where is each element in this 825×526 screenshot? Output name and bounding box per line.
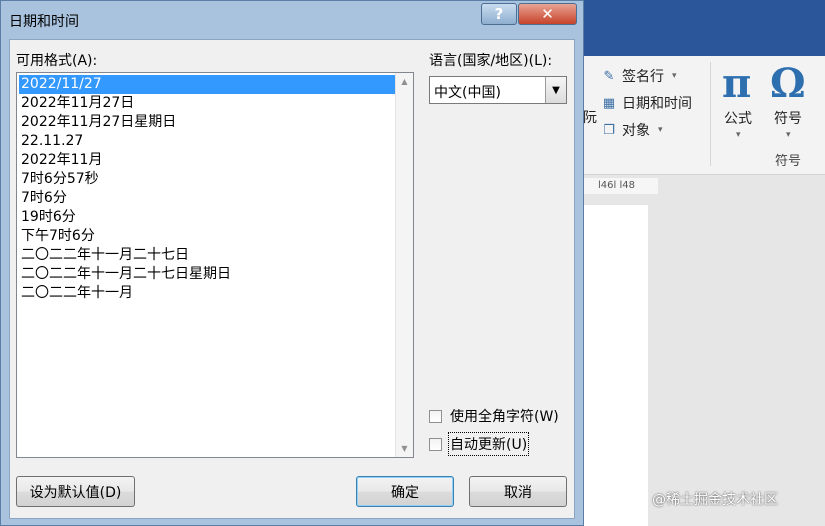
set-default-button[interactable]: 设为默认值(D) bbox=[16, 476, 135, 507]
format-list-item[interactable]: 下午7时6分 bbox=[19, 227, 395, 246]
ribbon-group-label: 符号 bbox=[775, 154, 802, 169]
calendar-icon: ▦ bbox=[602, 95, 616, 111]
help-button[interactable]: ? bbox=[481, 3, 517, 25]
auto-update-checkbox[interactable] bbox=[429, 437, 442, 451]
format-list-item[interactable]: 2022年11月27日星期日 bbox=[19, 113, 395, 132]
formats-list: 2022/11/27 2022年11月27日 2022年11月27日星期日 22.11… bbox=[19, 75, 395, 303]
signature-line-icon: ✎ bbox=[603, 68, 615, 84]
fullwidth-checkbox[interactable] bbox=[429, 409, 442, 423]
close-icon: ✕ bbox=[541, 5, 554, 23]
formats-scrollbar[interactable]: ▲ ▼ bbox=[395, 73, 413, 457]
ribbon-partial-label: 阮 bbox=[583, 110, 597, 126]
language-label: 语言(国家/地区)(L): bbox=[429, 53, 553, 69]
object-icon: ❐ bbox=[603, 122, 615, 138]
dialog-titlebar[interactable]: 日期和时间 ? ✕ bbox=[1, 1, 583, 39]
chevron-down-icon[interactable]: ▾ bbox=[736, 130, 741, 140]
document-page[interactable] bbox=[578, 205, 648, 526]
format-list-item[interactable]: 19时6分 bbox=[19, 208, 395, 227]
format-list-item[interactable]: 二〇二二年十一月二十七日 bbox=[19, 246, 395, 265]
language-select-value: 中文(中国) bbox=[434, 85, 501, 101]
ribbon-separator bbox=[710, 62, 711, 166]
auto-update-row[interactable]: 自动更新(U) bbox=[429, 432, 530, 456]
date-time-button[interactable]: ▦ 日期和时间 bbox=[600, 93, 692, 113]
chevron-down-icon: ▾ bbox=[658, 125, 663, 135]
equation-label[interactable]: 公式 bbox=[724, 108, 752, 128]
fullwidth-label[interactable]: 使用全角字符(W) bbox=[450, 406, 559, 426]
scroll-down-icon[interactable]: ▼ bbox=[396, 440, 413, 457]
formats-listbox[interactable]: 2022/11/27 2022年11月27日 2022年11月27日星期日 22.11… bbox=[16, 72, 414, 458]
signature-line-button[interactable]: ✎ 签名行 ▾ bbox=[600, 66, 677, 86]
date-time-label: 日期和时间 bbox=[622, 96, 692, 112]
equation-icon[interactable]: π bbox=[722, 64, 751, 104]
format-list-item[interactable]: 二〇二二年十一月二十七日星期日 bbox=[19, 265, 395, 284]
object-label: 对象 bbox=[622, 123, 650, 139]
signature-line-label: 签名行 bbox=[622, 69, 664, 85]
format-list-item[interactable]: 2022年11月 bbox=[19, 151, 395, 170]
format-list-item[interactable]: 7时6分57秒 bbox=[19, 170, 395, 189]
object-button[interactable]: ❐ 对象 ▾ bbox=[600, 120, 663, 140]
dialog-body: 可用格式(A): 2022/11/27 2022年11月27日 2022年11月27… bbox=[9, 39, 575, 519]
help-icon: ? bbox=[494, 5, 504, 23]
available-formats-label: 可用格式(A): bbox=[16, 53, 98, 69]
format-list-item[interactable]: 7时6分 bbox=[19, 189, 395, 208]
chevron-down-icon: ▾ bbox=[672, 71, 677, 81]
chevron-down-icon[interactable]: ▾ bbox=[786, 130, 791, 140]
dialog-title: 日期和时间 bbox=[9, 14, 79, 30]
ok-button[interactable]: 确定 bbox=[356, 476, 454, 507]
format-list-item[interactable]: 22.11.27 bbox=[19, 132, 395, 151]
ribbon-title-area bbox=[578, 0, 825, 56]
date-time-dialog: 日期和时间 ? ✕ 可用格式(A): 2022/11/27 2022年11月27日… bbox=[0, 0, 584, 526]
format-list-item[interactable]: 2022年11月27日 bbox=[19, 94, 395, 113]
close-button[interactable]: ✕ bbox=[518, 3, 577, 25]
fullwidth-row[interactable]: 使用全角字符(W) bbox=[429, 406, 559, 426]
format-list-item[interactable]: 2022/11/27 bbox=[19, 75, 395, 94]
watermark: @稀土掘金技术社区 bbox=[652, 492, 778, 508]
chevron-down-icon: ▼ bbox=[552, 84, 560, 96]
cancel-button[interactable]: 取消 bbox=[469, 476, 567, 507]
format-list-item[interactable]: 二〇二二年十一月 bbox=[19, 284, 395, 303]
auto-update-label[interactable]: 自动更新(U) bbox=[447, 432, 530, 456]
ruler: l46l l48 bbox=[578, 178, 658, 194]
symbol-label[interactable]: 符号 bbox=[774, 108, 802, 128]
scroll-up-icon[interactable]: ▲ bbox=[396, 73, 413, 90]
language-select[interactable]: 中文(中国) ▼ bbox=[429, 76, 567, 104]
language-dropdown-button[interactable]: ▼ bbox=[545, 77, 566, 103]
symbol-icon[interactable]: Ω bbox=[770, 64, 806, 104]
ribbon-partial-item: 阮 bbox=[583, 107, 597, 127]
